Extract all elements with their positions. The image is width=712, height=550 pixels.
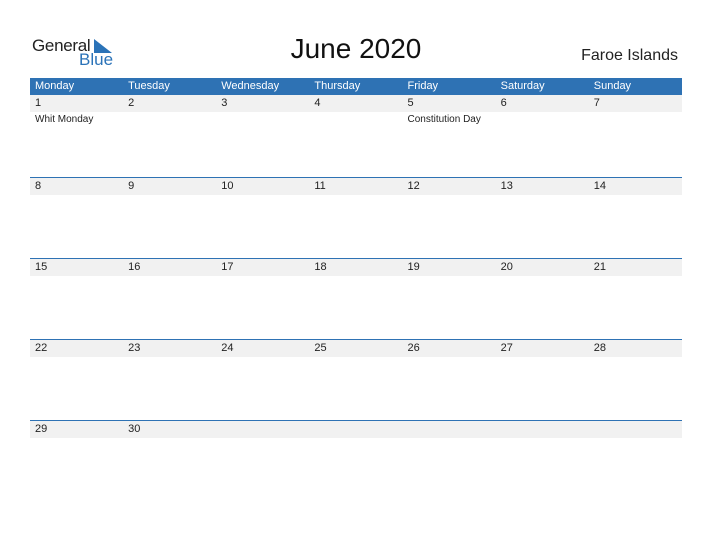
day-number: 23	[128, 342, 141, 354]
holiday-label	[123, 438, 216, 439]
holiday-label	[403, 195, 496, 196]
day-number	[589, 421, 682, 438]
date-row: 1 2 3 4 5 6 7	[30, 95, 682, 112]
holiday-label	[403, 276, 496, 277]
weekday-saturday: Saturday	[500, 80, 545, 92]
day-number: 8	[35, 180, 42, 192]
day-number: 7	[593, 97, 600, 109]
holiday-label	[403, 438, 496, 439]
day-number	[216, 421, 309, 438]
holiday-label	[589, 276, 682, 277]
day-number: 20	[500, 261, 513, 273]
date-row: 22 23 24 25 26 27 28	[30, 340, 682, 357]
holiday-label	[216, 112, 309, 127]
holiday-label	[309, 112, 402, 127]
holiday-row	[30, 195, 682, 196]
holiday-label	[496, 357, 589, 358]
week-row: 8 9 10 11 12 13 14	[30, 177, 682, 258]
day-number: 25	[314, 342, 327, 354]
weekday-header: Monday Tuesday Wednesday Thursday Friday…	[30, 78, 682, 95]
day-number: 9	[128, 180, 135, 192]
date-row: 15 16 17 18 19 20 21	[30, 259, 682, 276]
day-number: 28	[593, 342, 606, 354]
holiday-label	[589, 195, 682, 196]
weekday-thursday: Thursday	[314, 80, 361, 92]
holiday-label	[30, 438, 123, 439]
week-row: 29 30	[30, 420, 682, 501]
weekday-tuesday: Tuesday	[128, 80, 170, 92]
holiday-label	[123, 112, 216, 127]
week-row: 1 2 3 4 5 6 7 Whit Monday Constitution Day	[30, 95, 682, 177]
holiday-row	[30, 438, 682, 439]
day-number: 26	[407, 342, 420, 354]
day-number: 4	[314, 97, 321, 109]
day-number: 30	[128, 423, 141, 435]
day-number: 22	[35, 342, 48, 354]
holiday-label	[309, 276, 402, 277]
holiday-label	[216, 195, 309, 196]
holiday-label	[309, 357, 402, 358]
holiday-row	[30, 357, 682, 358]
holiday-label	[589, 357, 682, 358]
weekday-friday: Friday	[407, 80, 439, 92]
weekday-wednesday: Wednesday	[221, 80, 280, 92]
holiday-label	[30, 195, 123, 196]
day-number	[496, 421, 589, 438]
holiday-row	[30, 276, 682, 277]
day-number: 5	[407, 97, 414, 109]
day-number: 11	[314, 180, 326, 192]
day-number: 27	[500, 342, 513, 354]
country-label: Faroe Islands	[581, 47, 678, 64]
holiday-label	[309, 195, 402, 196]
day-number: 18	[314, 261, 327, 273]
holiday-label	[123, 276, 216, 277]
day-number: 10	[221, 180, 234, 192]
holiday-label	[496, 438, 589, 439]
weekday-sunday: Sunday	[593, 80, 632, 92]
day-number: 17	[221, 261, 234, 273]
day-number: 13	[500, 180, 513, 192]
holiday-row: Whit Monday Constitution Day	[30, 112, 682, 127]
day-number: 19	[407, 261, 420, 273]
weekday-monday: Monday	[35, 80, 75, 92]
day-number: 6	[500, 97, 507, 109]
holiday-label	[589, 112, 682, 127]
day-number: 15	[35, 261, 48, 273]
holiday-label	[30, 276, 123, 277]
holiday-label	[30, 357, 123, 358]
holiday-label	[496, 276, 589, 277]
holiday-label	[216, 357, 309, 358]
day-number: 16	[128, 261, 141, 273]
day-number: 2	[128, 97, 135, 109]
holiday-label	[216, 276, 309, 277]
holiday-label	[123, 357, 216, 358]
day-number	[403, 421, 496, 438]
holiday-label	[309, 438, 402, 439]
day-number	[309, 421, 402, 438]
holiday-label: Whit Monday	[35, 114, 94, 125]
holiday-label: Constitution Day	[407, 114, 481, 125]
holiday-label	[589, 438, 682, 439]
holiday-label	[403, 357, 496, 358]
holiday-label	[496, 112, 589, 127]
holiday-label	[123, 195, 216, 196]
date-row: 8 9 10 11 12 13 14	[30, 178, 682, 195]
week-row: 22 23 24 25 26 27 28	[30, 339, 682, 420]
holiday-label	[216, 438, 309, 439]
week-row: 15 16 17 18 19 20 21	[30, 258, 682, 339]
day-number: 1	[35, 97, 42, 109]
day-number: 12	[407, 180, 420, 192]
date-row: 29 30	[30, 421, 682, 438]
day-number: 14	[593, 180, 606, 192]
calendar-grid: Monday Tuesday Wednesday Thursday Friday…	[30, 78, 682, 501]
day-number: 29	[35, 423, 48, 435]
day-number: 3	[221, 97, 228, 109]
holiday-label	[496, 195, 589, 196]
day-number: 21	[593, 261, 606, 273]
day-number: 24	[221, 342, 234, 354]
